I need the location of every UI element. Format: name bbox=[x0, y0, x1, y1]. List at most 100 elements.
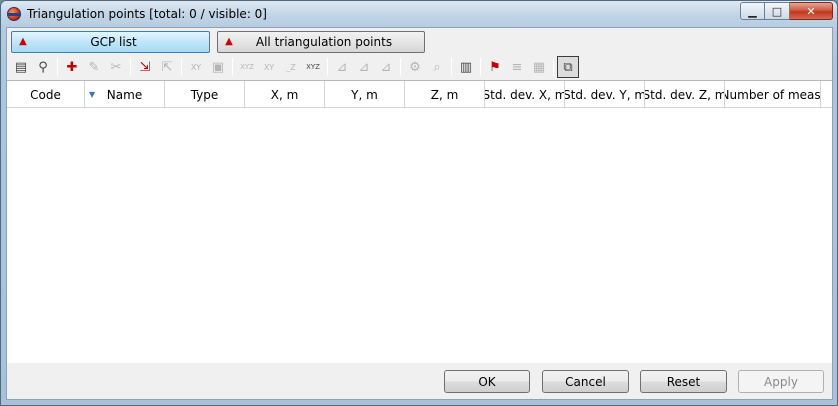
toolbar-separator bbox=[181, 58, 182, 76]
list-z-icon: ≡ bbox=[511, 59, 523, 75]
gcp-list-button[interactable]: ▲ GCP list bbox=[11, 31, 210, 53]
all-points-icon: ▲ bbox=[225, 36, 233, 47]
column-header-y-m[interactable]: Y, m bbox=[325, 81, 405, 108]
zoom-icon: ⌕ bbox=[433, 59, 441, 75]
maximize-button[interactable]: □ bbox=[765, 2, 790, 20]
toolbar-separator bbox=[57, 58, 58, 76]
toolbar-separator bbox=[400, 58, 401, 76]
column-header-label: Type bbox=[190, 87, 219, 102]
delete-point-button: ✂ bbox=[105, 56, 127, 78]
xyz-active-button[interactable]: XYZ bbox=[302, 56, 324, 78]
close-icon: ✕ bbox=[806, 4, 816, 18]
cancel-label: Cancel bbox=[565, 374, 606, 389]
export-icon: ⇱ bbox=[161, 59, 173, 75]
title-bar[interactable]: Triangulation points [total: 0 / visible… bbox=[1, 1, 837, 27]
caption-buttons: ▁ □ ✕ bbox=[740, 2, 833, 20]
reset-label: Reset bbox=[666, 374, 701, 389]
settings-button: ⚙ bbox=[404, 56, 426, 78]
column-header-std-dev-y-m[interactable]: Std. dev. Y, m bbox=[565, 81, 645, 108]
toolbar-separator bbox=[130, 58, 131, 76]
close-button[interactable]: ✕ bbox=[790, 2, 833, 20]
xyz-button: XYZ bbox=[236, 56, 258, 78]
maximize-icon: □ bbox=[771, 4, 783, 18]
add-point-icon: ✚ bbox=[66, 59, 78, 75]
binoculars-button[interactable]: ⚲ bbox=[32, 56, 54, 78]
gcp-list-icon: ▲ bbox=[19, 36, 27, 47]
delete-point-icon: ✂ bbox=[110, 59, 122, 75]
xyz-icon: XYZ bbox=[240, 63, 254, 71]
document-icon: ▥ bbox=[459, 59, 473, 75]
column-header-z-m[interactable]: Z, m bbox=[405, 81, 485, 108]
zoom-button: ⌕ bbox=[426, 56, 448, 78]
all-triangulation-points-label: All triangulation points bbox=[255, 35, 393, 49]
toolbar-separator bbox=[232, 58, 233, 76]
measure-point-2-button: ⊿ bbox=[353, 56, 375, 78]
column-header-name[interactable]: ▼ Name bbox=[85, 81, 165, 108]
xyz-active-icon: XYZ bbox=[306, 63, 320, 71]
add-point-button[interactable]: ✚ bbox=[61, 56, 83, 78]
export-button: ⇱ bbox=[156, 56, 178, 78]
cancel-button[interactable]: Cancel bbox=[542, 370, 629, 393]
column-header-type[interactable]: Type bbox=[165, 81, 245, 108]
column-header-label: Std. dev. X, m bbox=[485, 87, 565, 102]
column-header-label: Std. dev. Z, m bbox=[645, 87, 725, 102]
minimize-icon: ▁ bbox=[748, 4, 757, 18]
column-header-label: Code bbox=[30, 87, 61, 102]
import-button[interactable]: ⇲ bbox=[134, 56, 156, 78]
column-header-label: Number of meas. bbox=[725, 87, 821, 102]
measure-point-icon: ⊿ bbox=[336, 59, 348, 75]
gcp-list-label: GCP list bbox=[90, 35, 137, 49]
window-title: Triangulation points [total: 0 / visible… bbox=[27, 7, 267, 21]
folder-flag-button[interactable]: ⚑ bbox=[484, 56, 506, 78]
reset-button[interactable]: Reset bbox=[640, 370, 727, 393]
all-triangulation-points-button[interactable]: ▲ All triangulation points bbox=[217, 31, 425, 53]
app-logo-icon bbox=[7, 7, 21, 21]
z-icon: _Z bbox=[286, 62, 296, 72]
import-icon: ⇲ bbox=[139, 59, 151, 75]
measure-point-2-icon: ⊿ bbox=[358, 59, 370, 75]
xy-icon: XY bbox=[263, 62, 275, 72]
toolbar-separator bbox=[480, 58, 481, 76]
transform-icon: ▣ bbox=[211, 59, 225, 75]
toolbar-separator bbox=[451, 58, 452, 76]
settings-icon: ⚙ bbox=[409, 59, 421, 75]
column-header-label: Name bbox=[106, 87, 143, 102]
column-header-label: Y, m bbox=[351, 87, 378, 102]
measure-point-button: ⊿ bbox=[331, 56, 353, 78]
z-button: _Z bbox=[280, 56, 302, 78]
column-header-std-dev-z-m[interactable]: Std. dev. Z, m bbox=[645, 81, 725, 108]
measure-point-3-icon: ⊿ bbox=[380, 59, 392, 75]
list-flag-button: ▦ bbox=[528, 56, 550, 78]
edit-point-icon: ✎ bbox=[88, 59, 100, 75]
edit-point-button: ✎ bbox=[83, 56, 105, 78]
swap-xy-button: XY bbox=[185, 56, 207, 78]
apply-button: Apply bbox=[738, 370, 824, 393]
sort-descending-icon: ▼ bbox=[89, 90, 96, 99]
minimize-button[interactable]: ▁ bbox=[740, 2, 765, 20]
column-header-number-of-meas[interactable]: Number of meas. bbox=[725, 81, 821, 108]
list-flag-icon: ▦ bbox=[532, 59, 546, 75]
ok-button[interactable]: OK bbox=[444, 370, 530, 393]
column-header-label: Z, m bbox=[430, 87, 459, 102]
toolbar: ▤ ⚲ ✚ ✎ ✂ ⇲ ⇱ XY ▣ XYZ XY _Z XYZ ⊿ ⊿ ⊿ ⚙ ⌕ ▥ ⚑ ≡ ▦ ⧉ bbox=[10, 55, 830, 79]
column-header-std-dev-x-m[interactable]: Std. dev. X, m bbox=[485, 81, 565, 108]
list-z-button: ≡ bbox=[506, 56, 528, 78]
transform-button: ▣ bbox=[207, 56, 229, 78]
xy-button: XY bbox=[258, 56, 280, 78]
swap-xy-icon: XY bbox=[190, 62, 202, 72]
client-area: ▲ GCP list ▲ All triangulation points ▤ ⚲… bbox=[6, 27, 833, 400]
column-header-code[interactable]: Code bbox=[7, 81, 85, 108]
document-button[interactable]: ▥ bbox=[455, 56, 477, 78]
ok-label: OK bbox=[478, 374, 496, 389]
column-header-label: Std. dev. Y, m bbox=[565, 87, 645, 102]
table-header: Code ▼ Name Type X, m Y, m Z, m Std. dev. X, mS… bbox=[7, 81, 832, 108]
points-table[interactable]: Code ▼ Name Type X, m Y, m Z, m Std. dev. X, mS… bbox=[7, 80, 832, 363]
measure-point-3-button: ⊿ bbox=[375, 56, 397, 78]
apply-label: Apply bbox=[764, 374, 798, 389]
column-header-x-m[interactable]: X, m bbox=[245, 81, 325, 108]
filter-toggle-button[interactable]: ⧉ bbox=[557, 56, 579, 78]
report-icon: ▤ bbox=[14, 59, 28, 75]
dialog-window: Triangulation points [total: 0 / visible… bbox=[0, 0, 838, 406]
report-button[interactable]: ▤ bbox=[10, 56, 32, 78]
binoculars-icon: ⚲ bbox=[38, 59, 48, 75]
